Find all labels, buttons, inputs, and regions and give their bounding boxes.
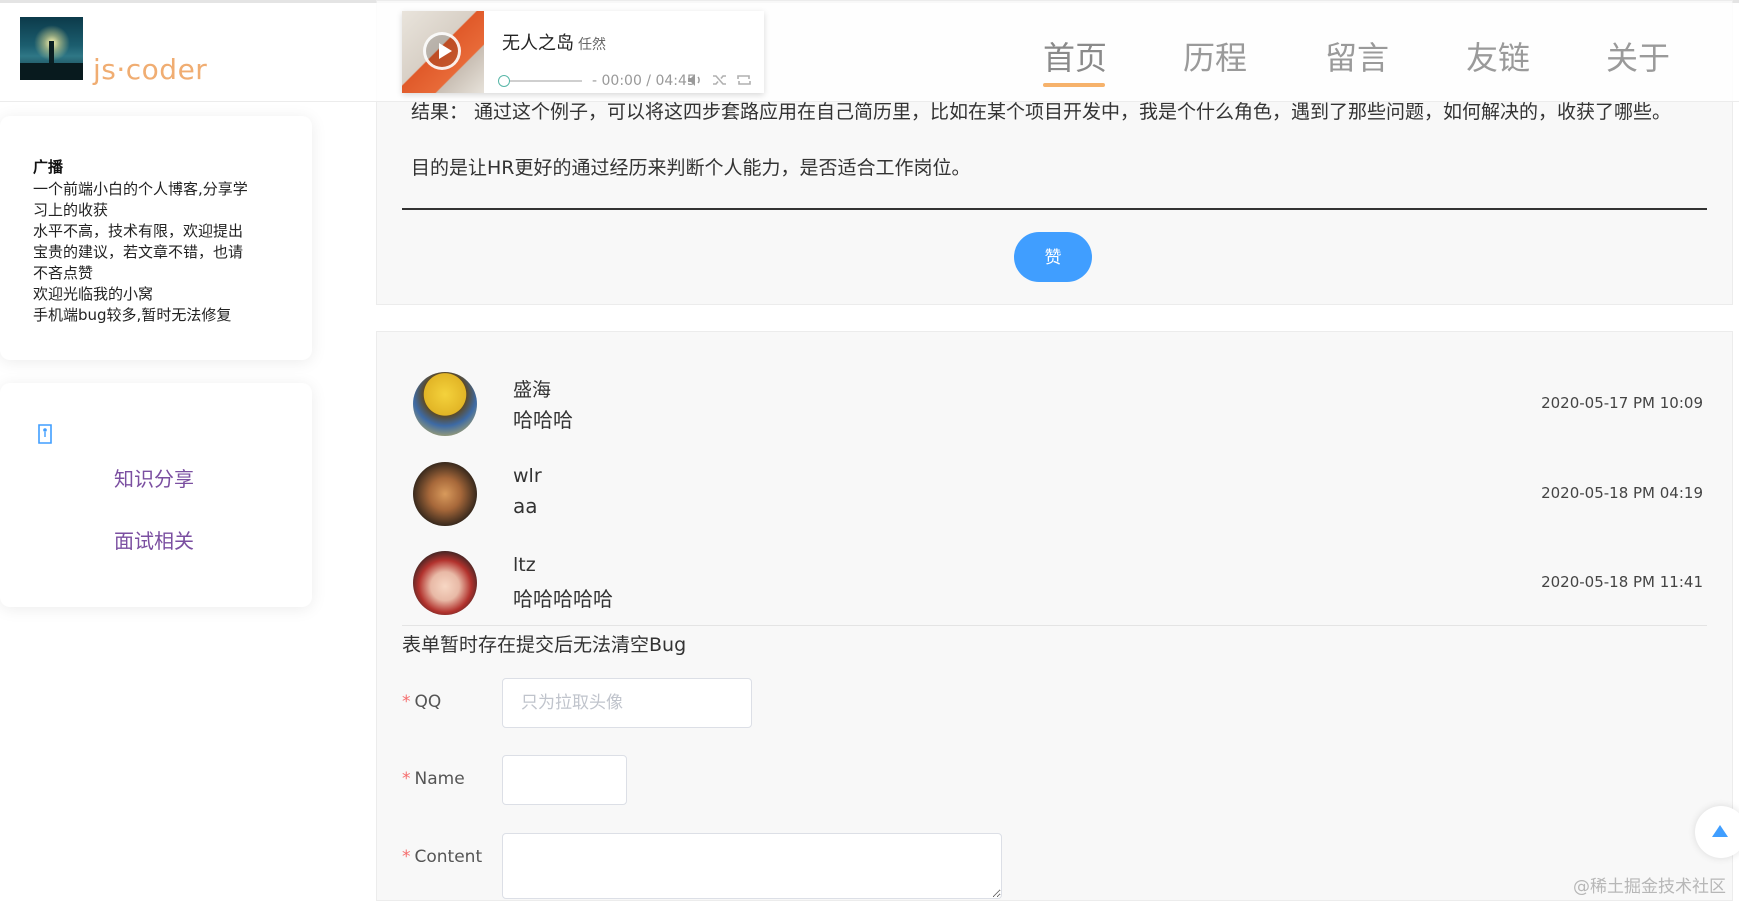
nav-about[interactable]: 关于 <box>1606 33 1670 79</box>
comment-time: 2020-05-18 PM 04:19 <box>1541 484 1703 502</box>
comment-author: 盛海 <box>513 379 552 401</box>
brand-name[interactable]: js·coder <box>93 53 207 86</box>
broadcast-line: 宝贵的建议，若文章不错，也请 <box>33 243 244 261</box>
song-artist: 任然 <box>578 37 606 53</box>
nav-active-indicator <box>1043 83 1105 87</box>
article-paragraph: 目的是让HR更好的通过经历来判断个人能力，是否适合工作岗位。 <box>411 157 971 179</box>
comment-author: wlr <box>513 465 542 487</box>
content-label: * Content <box>402 847 483 867</box>
comments-divider <box>402 625 1707 626</box>
qq-label: * QQ <box>402 692 442 712</box>
broadcast-card: 广播 一个前端小白的个人博客,分享学 习上的收获 水平不高，技术有限，欢迎提出 … <box>0 116 312 360</box>
comment-item: 盛海 哈哈哈 2020-05-17 PM 10:09 <box>413 372 1703 442</box>
progress-bar[interactable] <box>500 80 582 82</box>
category-knowledge-sharing[interactable]: 知识分享 <box>114 463 194 492</box>
comment-time: 2020-05-18 PM 11:41 <box>1541 573 1703 591</box>
comments-panel: 盛海 哈哈哈 2020-05-17 PM 10:09 wlr aa 2020-0… <box>376 331 1733 901</box>
required-mark: * <box>402 847 411 867</box>
avatar <box>413 462 477 526</box>
categories-card: 知识分享 面试相关 <box>0 383 312 607</box>
broadcast-line: 水平不高，技术有限，欢迎提出 <box>33 222 244 240</box>
comment-text: 哈哈哈 <box>513 408 573 432</box>
nav-friend-links[interactable]: 友链 <box>1466 33 1530 79</box>
nav-messages[interactable]: 留言 <box>1325 33 1389 79</box>
form-notice: 表单暂时存在提交后无法清空Bug <box>402 634 687 656</box>
comment-text: 哈哈哈哈哈 <box>513 587 613 611</box>
required-mark: * <box>402 692 411 712</box>
comment-item: ltz 哈哈哈哈哈 2020-05-18 PM 11:41 <box>413 551 1703 621</box>
play-icon[interactable] <box>423 32 461 70</box>
comment-item: wlr aa 2020-05-18 PM 04:19 <box>413 462 1703 532</box>
tag-icon <box>37 424 53 444</box>
avatar <box>413 551 477 615</box>
player-time: - 00:00 / 04:45 <box>592 73 696 89</box>
comment-author: ltz <box>513 554 536 576</box>
content-textarea[interactable] <box>502 833 1002 899</box>
shuffle-icon[interactable] <box>712 73 728 91</box>
comment-time: 2020-05-17 PM 10:09 <box>1541 394 1703 412</box>
category-interview[interactable]: 面试相关 <box>114 525 194 554</box>
required-mark: * <box>402 769 411 789</box>
volume-icon[interactable] <box>687 73 703 91</box>
name-label: * Name <box>402 769 465 789</box>
music-player: 无人之岛 任然 - 00:00 / 04:45 <box>402 11 764 93</box>
name-input[interactable] <box>502 755 627 805</box>
watermark: @稀土掘金技术社区 <box>1573 877 1726 897</box>
site-header: js·coder 首页 历程 留言 友链 关于 <box>0 3 1739 102</box>
back-to-top-caret-up-icon[interactable] <box>1695 806 1739 858</box>
like-button[interactable]: 赞 <box>1014 232 1092 282</box>
album-cover <box>402 11 484 93</box>
progress-knob[interactable] <box>498 75 510 87</box>
broadcast-line: 一个前端小白的个人博客,分享学 <box>33 180 248 198</box>
comment-text: aa <box>513 494 538 518</box>
broadcast-line: 欢迎光临我的小窝 <box>33 285 154 303</box>
broadcast-line: 习上的收获 <box>33 201 109 219</box>
song-title: 无人之岛 <box>502 33 574 54</box>
qq-input[interactable] <box>502 678 752 728</box>
logo-lighthouse-image[interactable] <box>20 17 83 80</box>
broadcast-line: 手机端bug较多,暂时无法修复 <box>33 306 232 324</box>
nav-home[interactable]: 首页 <box>1043 33 1107 79</box>
repeat-icon[interactable] <box>736 73 752 91</box>
nav-history[interactable]: 历程 <box>1183 33 1247 79</box>
article-divider <box>402 208 1707 210</box>
avatar <box>413 372 477 436</box>
broadcast-line: 不吝点赞 <box>33 264 94 282</box>
broadcast-title: 广播 <box>33 158 64 176</box>
